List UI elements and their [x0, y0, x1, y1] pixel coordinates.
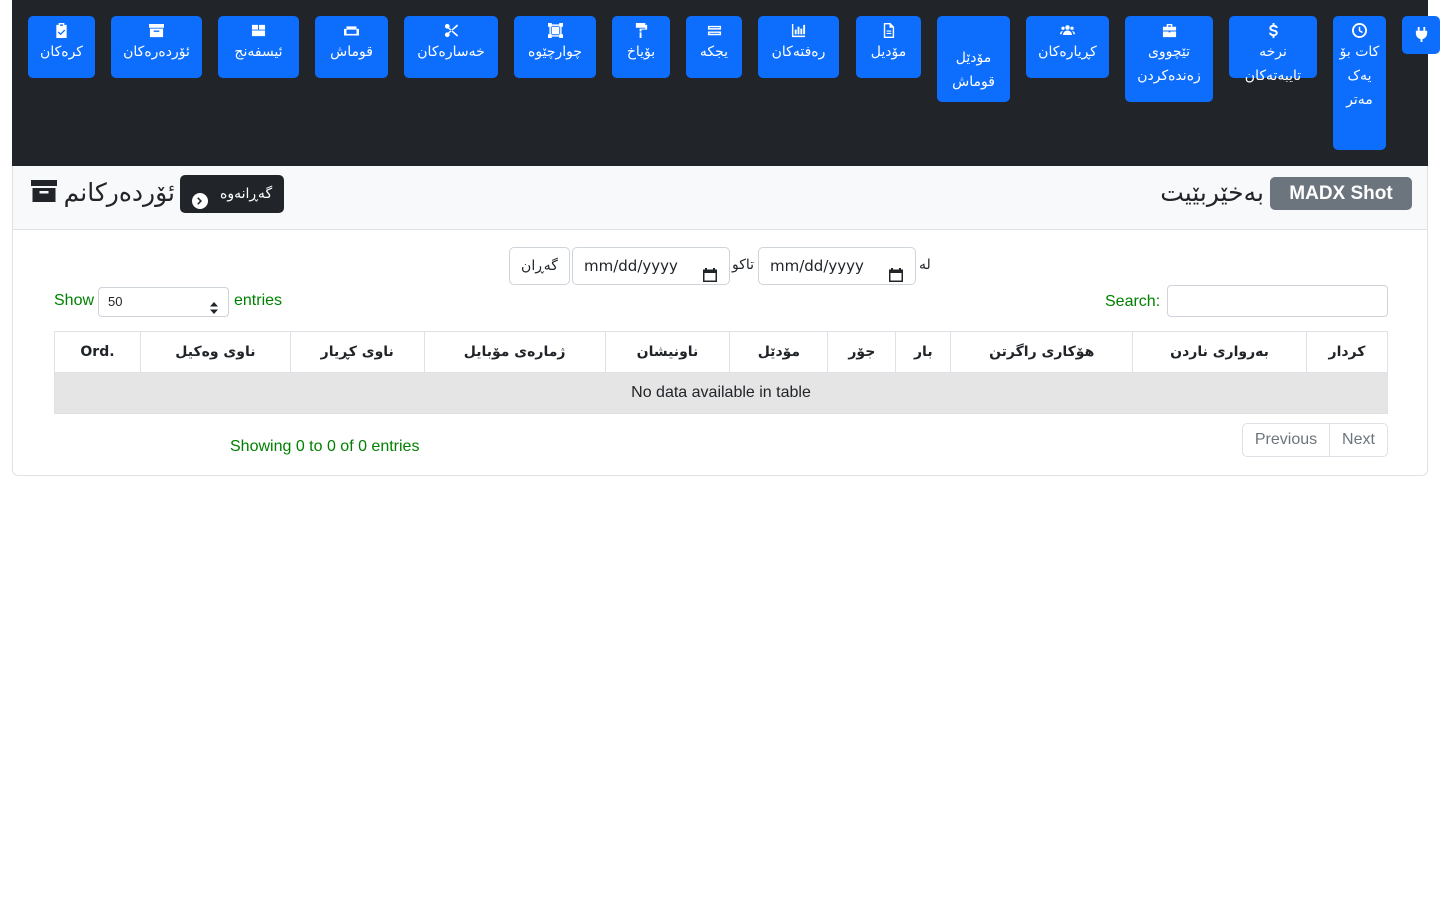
nav-label: ئۆردەرەکان [123, 44, 190, 60]
empty-table-message: No data available in table [54, 372, 1388, 414]
nav-label: یجکە [699, 44, 729, 60]
nav-label: بۆیاخ [626, 44, 656, 60]
from-date-input[interactable]: mm/dd/yyyy [758, 247, 916, 285]
table-info: Showing 0 to 0 of 0 entries [230, 438, 420, 455]
table-row: No data available in table [54, 372, 1388, 414]
search-label: Search: [1105, 293, 1161, 310]
column-header[interactable]: ناونیشان [604, 331, 731, 373]
column-header[interactable]: بەرواری ناردن [1132, 331, 1307, 373]
top-navbar: کات بۆ یەک مەتر نرخە تایبەتەکان تێچووی ز… [12, 0, 1440, 166]
plug-button[interactable] [1402, 16, 1440, 54]
nav-label: مۆدیل [870, 44, 907, 60]
nav-label: تێچووی زەندەکردن [1137, 44, 1201, 84]
from-label: لە [919, 257, 931, 273]
nav-label: ئیسفەنج [234, 44, 283, 60]
nav-label: کڕیارەکان [1038, 44, 1097, 60]
calendar-icon[interactable] [889, 259, 903, 282]
nav-item-weekly[interactable]: رەفتەکان [758, 16, 839, 78]
toolbox-icon [1125, 22, 1213, 40]
nav-label: کات بۆ یەک مەتر [1339, 44, 1380, 108]
nav-item-orders[interactable]: ئۆردەرەکان [111, 16, 202, 78]
card-header: MADX Shot بەخێربێیت ئۆردەرکانم گەڕانەوە [13, 166, 1427, 230]
chevron-right-circle-icon [192, 186, 208, 209]
users-icon [1026, 22, 1109, 40]
entries-label: entries [234, 292, 283, 309]
back-button[interactable]: گەڕانەوە [180, 175, 284, 213]
clock-icon [1333, 22, 1386, 40]
to-date-placeholder: mm/dd/yyyy [584, 257, 678, 275]
archive-icon [111, 22, 202, 40]
show-label: Show [54, 292, 95, 309]
box-icon [218, 22, 299, 40]
back-label: گەڕانەوە [220, 186, 273, 202]
column-header[interactable]: Ord. [54, 331, 141, 373]
nav-item-losses[interactable]: خەسارەکان [404, 16, 498, 78]
entries-value: 50 [108, 294, 123, 309]
nav-item-time-per-meter[interactable]: کات بۆ یەک مەتر [1333, 16, 1386, 150]
nav-label: خەسارەکان [417, 44, 485, 60]
archive-icon [31, 178, 57, 204]
orders-table: Ord. ناوی وەکیل ناوی کڕیار ژمارەی مۆبایل… [54, 331, 1389, 414]
calendar-icon[interactable] [703, 259, 717, 282]
scissors-icon [404, 22, 498, 40]
to-date-input[interactable]: mm/dd/yyyy [572, 247, 730, 285]
previous-button[interactable]: Previous [1243, 424, 1330, 456]
table-header-row: Ord. ناوی وەکیل ناوی کڕیار ژمارەی مۆبایل… [54, 331, 1389, 373]
next-button[interactable]: Next [1330, 424, 1387, 456]
nav-item-special-rates[interactable]: نرخە تایبەتەکان [1229, 16, 1317, 84]
sofa-icon [315, 22, 388, 40]
column-header[interactable]: ژمارەی مۆبایل [423, 331, 606, 373]
nav-item-fabric-model[interactable]: مۆدێل قوماش [937, 16, 1010, 102]
page-title: ئۆردەرکانم [63, 178, 175, 207]
nav-label: رەفتەکان [771, 44, 826, 60]
date-search-button[interactable]: گەڕان [509, 247, 570, 285]
table-search-input[interactable] [1167, 285, 1388, 317]
nav-item-fabric[interactable]: قوماش [315, 16, 388, 78]
chart-icon [758, 22, 839, 40]
nav-item-parts[interactable]: یجکە [686, 16, 742, 78]
nav-item-works[interactable]: کرەکان [28, 16, 95, 78]
column-header[interactable]: مۆدێل [729, 331, 829, 373]
nav-item-paint[interactable]: بۆیاخ [612, 16, 670, 78]
to-label: تاکو [732, 257, 755, 273]
nav-label: قوماش [330, 44, 373, 60]
nav-label: نرخە تایبەتەکان [1244, 44, 1302, 84]
column-header[interactable]: جۆر [827, 331, 897, 373]
from-date-placeholder: mm/dd/yyyy [770, 257, 864, 275]
nav-item-model[interactable]: مۆدیل [856, 16, 921, 78]
clipboard-check-icon [28, 22, 95, 40]
column-header[interactable]: ناوی کڕیار [289, 331, 425, 373]
nav-item-upholstery-cost[interactable]: تێچووی زەندەکردن [1125, 16, 1213, 102]
paint-roller-icon [612, 22, 670, 40]
orders-card: MADX Shot بەخێربێیت ئۆردەرکانم گەڕانەوە … [12, 166, 1428, 476]
column-header[interactable]: بار [895, 331, 952, 373]
welcome-text: بەخێربێیت [1160, 178, 1264, 207]
file-icon [856, 22, 921, 40]
dollar-icon [1229, 22, 1317, 40]
pagination: Previous Next [1242, 423, 1388, 457]
nav-label: چوارچێوە [528, 44, 582, 60]
plug-icon [1402, 26, 1440, 44]
brand-badge: MADX Shot [1270, 177, 1412, 210]
column-header[interactable]: ناوی وەکیل [139, 331, 291, 373]
nav-item-customers[interactable]: کڕیارەکان [1026, 16, 1109, 78]
nav-item-frame[interactable]: چوارچێوە [514, 16, 596, 78]
select-arrows-icon [210, 296, 218, 314]
column-header[interactable]: هۆکاری راگرتن [950, 331, 1134, 373]
frame-icon [514, 22, 596, 40]
nav-label: مۆدێل قوماش [952, 50, 995, 90]
nav-item-sponge[interactable]: ئیسفەنج [218, 16, 299, 78]
nav-label: کرەکان [40, 44, 83, 60]
entries-select[interactable]: 50 [98, 287, 229, 317]
column-header[interactable]: کردار [1305, 331, 1389, 373]
layers-icon [686, 22, 742, 40]
